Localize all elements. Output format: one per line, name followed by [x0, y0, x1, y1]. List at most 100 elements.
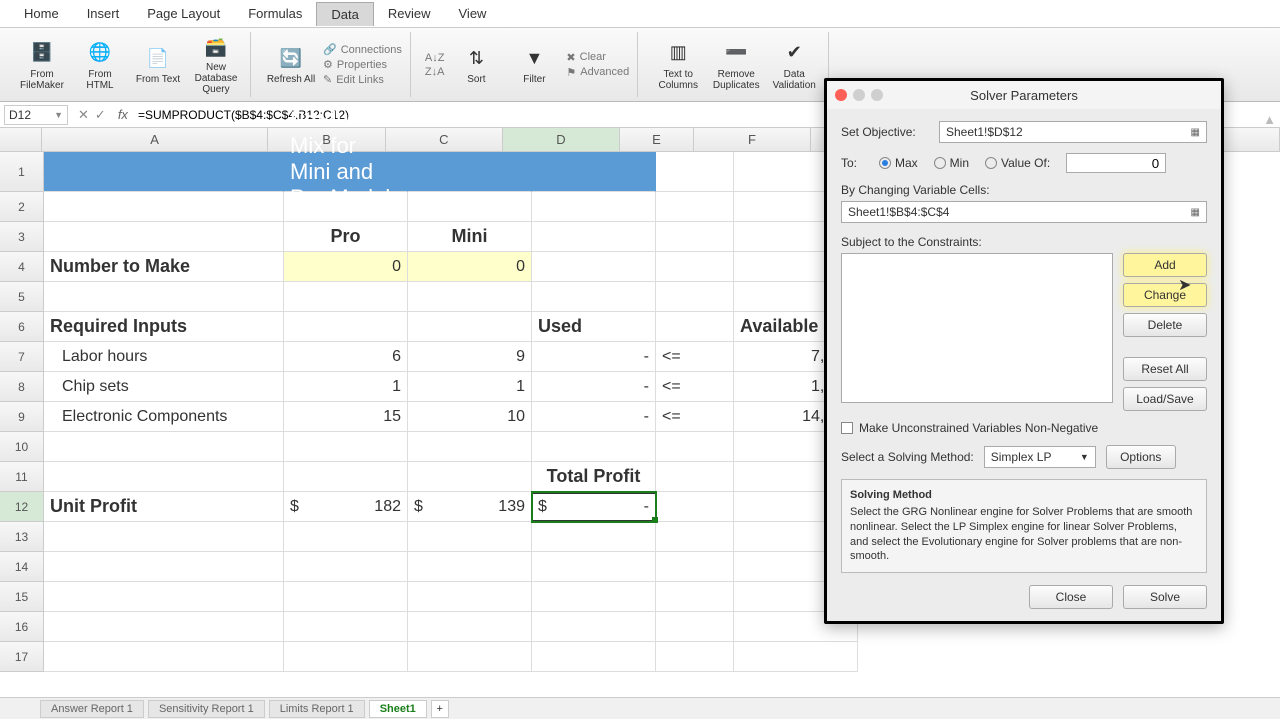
- options-button[interactable]: Options: [1106, 445, 1176, 469]
- row-header[interactable]: 17: [0, 642, 44, 672]
- cell[interactable]: [44, 642, 284, 672]
- cell[interactable]: [44, 582, 284, 612]
- tab-review[interactable]: Review: [374, 2, 445, 25]
- cell[interactable]: -: [532, 402, 656, 432]
- cell[interactable]: [532, 432, 656, 462]
- cell[interactable]: [44, 522, 284, 552]
- cell[interactable]: [532, 552, 656, 582]
- tab-data[interactable]: Data: [316, 2, 373, 26]
- cell[interactable]: $139: [408, 492, 532, 522]
- tab-home[interactable]: Home: [10, 2, 73, 25]
- row-header[interactable]: 6: [0, 312, 44, 342]
- row-header[interactable]: 13: [0, 522, 44, 552]
- row-header[interactable]: 9: [0, 402, 44, 432]
- row-header[interactable]: 1: [0, 152, 44, 192]
- cell[interactable]: [408, 312, 532, 342]
- row-header[interactable]: 2: [0, 192, 44, 222]
- cell[interactable]: [656, 222, 734, 252]
- cell[interactable]: [656, 612, 734, 642]
- sort-az-button[interactable]: A↓Z: [425, 52, 445, 64]
- reset-all-button[interactable]: Reset All: [1123, 357, 1207, 381]
- cell[interactable]: [656, 522, 734, 552]
- load-save-button[interactable]: Load/Save: [1123, 387, 1207, 411]
- tab-insert[interactable]: Insert: [73, 2, 134, 25]
- cell[interactable]: [44, 282, 284, 312]
- edit-links-button[interactable]: ✎Edit Links: [323, 73, 402, 86]
- cell[interactable]: [532, 222, 656, 252]
- from-html-button[interactable]: 🌐From HTML: [74, 35, 126, 95]
- clear-button[interactable]: ✖Clear: [566, 51, 629, 64]
- changing-cells-input[interactable]: Sheet1!$B$4:$C$4▦: [841, 201, 1207, 223]
- cell[interactable]: <=: [656, 342, 734, 372]
- cell[interactable]: [656, 582, 734, 612]
- cell[interactable]: 15: [284, 402, 408, 432]
- cell[interactable]: [284, 312, 408, 342]
- close-button[interactable]: Close: [1029, 585, 1113, 609]
- constraints-list[interactable]: [841, 253, 1113, 403]
- solve-button[interactable]: Solve: [1123, 585, 1207, 609]
- from-text-button[interactable]: 📄From Text: [132, 35, 184, 95]
- cancel-formula-icon[interactable]: ✕: [78, 107, 89, 123]
- cell[interactable]: [656, 492, 734, 522]
- cell[interactable]: [656, 432, 734, 462]
- cell[interactable]: [408, 192, 532, 222]
- refresh-all-button[interactable]: 🔄Refresh All: [265, 35, 317, 95]
- select-all-corner[interactable]: [0, 128, 42, 151]
- cell[interactable]: 0: [408, 252, 532, 282]
- cell[interactable]: [284, 612, 408, 642]
- cell[interactable]: [532, 582, 656, 612]
- cell[interactable]: [408, 152, 532, 192]
- sheet-tab[interactable]: Answer Report 1: [40, 700, 144, 718]
- col-header-d[interactable]: D: [503, 128, 620, 151]
- row-header[interactable]: 16: [0, 612, 44, 642]
- sort-button[interactable]: ⇅Sort: [450, 35, 502, 95]
- cell[interactable]: 6: [284, 342, 408, 372]
- cell[interactable]: Total Profit: [532, 462, 656, 492]
- cell[interactable]: $182: [284, 492, 408, 522]
- objective-input[interactable]: Sheet1!$D$12▦: [939, 121, 1207, 143]
- cell[interactable]: Product Mix for Mini and Pro Model Table…: [284, 152, 408, 192]
- cell[interactable]: [532, 642, 656, 672]
- cell[interactable]: [408, 462, 532, 492]
- row-header[interactable]: 15: [0, 582, 44, 612]
- cell[interactable]: Used: [532, 312, 656, 342]
- row-header[interactable]: 10: [0, 432, 44, 462]
- name-box[interactable]: D12▼: [4, 105, 68, 125]
- tab-page-layout[interactable]: Page Layout: [133, 2, 234, 25]
- cell[interactable]: Labor hours: [44, 342, 284, 372]
- tab-formulas[interactable]: Formulas: [234, 2, 316, 25]
- cell[interactable]: 0: [284, 252, 408, 282]
- cell[interactable]: [532, 282, 656, 312]
- cell[interactable]: [284, 522, 408, 552]
- from-filemaker-button[interactable]: 🗄️From FileMaker: [16, 35, 68, 95]
- cell[interactable]: [656, 152, 734, 192]
- cell[interactable]: [284, 192, 408, 222]
- row-header[interactable]: 12: [0, 492, 44, 522]
- cell[interactable]: [408, 432, 532, 462]
- text-to-columns-button[interactable]: ▥Text to Columns: [652, 35, 704, 95]
- connections-button[interactable]: 🔗Connections: [323, 43, 402, 56]
- cell[interactable]: [284, 642, 408, 672]
- cell[interactable]: [656, 552, 734, 582]
- method-select[interactable]: Simplex LP▼: [984, 446, 1096, 468]
- row-header[interactable]: 14: [0, 552, 44, 582]
- advanced-button[interactable]: ⚑Advanced: [566, 66, 629, 79]
- filter-button[interactable]: ▼Filter: [508, 35, 560, 95]
- sheet-tab-active[interactable]: Sheet1: [369, 700, 427, 718]
- range-picker-icon[interactable]: ▦: [1191, 207, 1200, 218]
- cell[interactable]: [532, 522, 656, 552]
- row-header[interactable]: 3: [0, 222, 44, 252]
- cell[interactable]: [532, 192, 656, 222]
- cell[interactable]: [408, 552, 532, 582]
- cell[interactable]: [408, 642, 532, 672]
- cell[interactable]: [656, 252, 734, 282]
- cell[interactable]: Unit Profit: [44, 492, 284, 522]
- cell[interactable]: Mini: [408, 222, 532, 252]
- cell[interactable]: 9: [408, 342, 532, 372]
- add-sheet-button[interactable]: +: [431, 700, 449, 718]
- close-icon[interactable]: [835, 89, 847, 101]
- change-constraint-button[interactable]: Change: [1123, 283, 1207, 307]
- cell[interactable]: <=: [656, 402, 734, 432]
- cell[interactable]: 10: [408, 402, 532, 432]
- sheet-tab[interactable]: Sensitivity Report 1: [148, 700, 265, 718]
